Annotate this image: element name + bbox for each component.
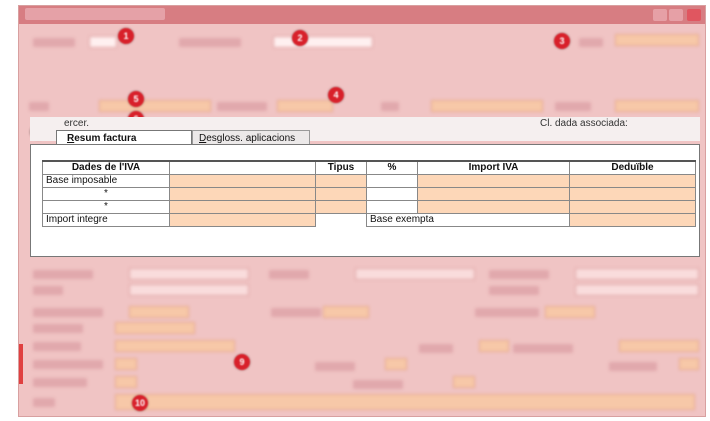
row-label: * [42,186,170,201]
deductible-cell[interactable] [569,199,696,214]
base-amount-cell[interactable] [169,173,316,188]
vat-amount-cell[interactable] [417,173,570,188]
type-cell[interactable] [315,186,367,201]
row-label: Base imposable [42,173,170,188]
tab-label: esum factura [74,133,137,144]
title-bar [19,6,705,24]
marker-4: 4 [328,87,344,103]
header-vat-amount: Import IVA [417,160,570,175]
base-amount-cell[interactable] [169,199,316,214]
marker-1: 1 [118,28,134,44]
header-blank [169,160,316,175]
marker-5: 5 [128,91,144,107]
header-type: Tipus [315,160,367,175]
vat-amount-cell[interactable] [417,199,570,214]
tab-label: esgloss. aplicacions [206,133,296,144]
associated-date-label: Cl. dada associada: [540,118,628,129]
tab-content: Dades de l'IVA Tipus % Import IVA Deduïb… [30,144,700,257]
row-label: Import integre [42,212,170,227]
side-stripe [19,344,23,384]
table-header-row: Dades de l'IVA Tipus % Import IVA Deduïb… [42,160,696,175]
marker-9: 9 [234,354,250,370]
table-row: * [42,186,696,201]
exempt-base-label: Base exempta [366,212,570,227]
maximize-button[interactable] [669,9,683,21]
tab-invoice-summary[interactable]: Resum factura [56,130,192,145]
deductible-cell[interactable] [569,173,696,188]
percent-cell [366,199,418,214]
header-vat-data: Dades de l'IVA [42,160,170,175]
marker-3: 3 [554,33,570,49]
type-cell[interactable] [315,173,367,188]
percent-cell [366,186,418,201]
percent-cell [366,173,418,188]
field-label-fragment: ercer. [64,118,90,129]
marker-10: 10 [132,395,148,411]
invoice-summary-panel: ercer. Cl. dada associada: Resum factura… [30,117,700,257]
header-deductible: Deduïble [569,160,696,175]
close-button[interactable] [687,9,701,21]
header-percent: % [366,160,418,175]
tab-application-breakdown[interactable]: Desgloss. aplicacions [192,130,310,145]
row-label: * [42,199,170,214]
minimize-button[interactable] [653,9,667,21]
vat-table: Dades de l'IVA Tipus % Import IVA Deduïb… [42,160,696,227]
marker-2: 2 [292,30,308,46]
table-row: Base imposable [42,173,696,188]
spacer-cell [316,213,367,226]
deductible-cell[interactable] [569,186,696,201]
base-amount-cell[interactable] [169,186,316,201]
vat-amount-cell[interactable] [417,186,570,201]
type-cell[interactable] [315,199,367,214]
table-row: Import integre Base exempta [42,212,696,227]
table-row: * [42,199,696,214]
exempt-base-cell[interactable] [569,212,696,227]
window-title [25,8,165,20]
gross-amount-cell[interactable] [169,212,316,227]
